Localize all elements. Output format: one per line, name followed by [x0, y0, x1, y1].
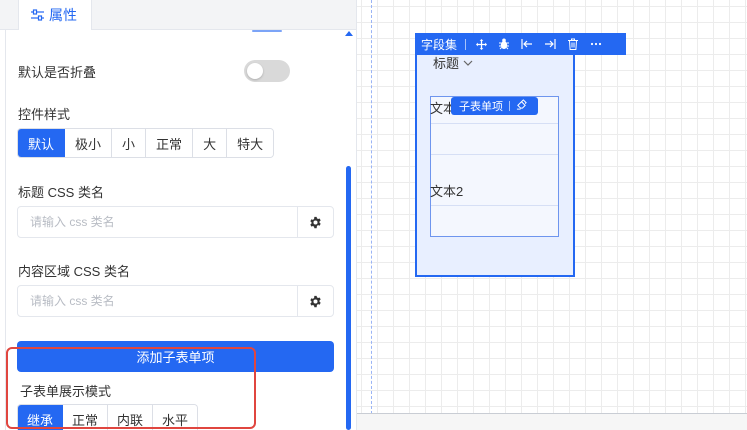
- title-css-input[interactable]: [18, 207, 297, 237]
- canvas-guide-line: [371, 0, 372, 414]
- tab-properties[interactable]: 属性: [18, 0, 92, 30]
- content-css-field: [17, 285, 334, 317]
- control-style-option-sm[interactable]: 小: [112, 129, 147, 157]
- toolbar-separator: [509, 101, 510, 111]
- title-css-gear-button[interactable]: [297, 207, 333, 237]
- arrow-left-bar-icon[interactable]: [520, 37, 534, 51]
- control-style-option-xs[interactable]: 极小: [65, 129, 113, 157]
- more-icon[interactable]: [589, 37, 603, 51]
- gear-icon: [310, 295, 321, 307]
- subform-toolbar: 子表单项: [451, 97, 538, 115]
- fieldset-toolbar: 字段集: [415, 33, 626, 55]
- content-css-label: 内容区域 CSS 类名: [18, 264, 130, 279]
- control-style-option-lg[interactable]: 大: [193, 129, 228, 157]
- move-icon[interactable]: [474, 37, 488, 51]
- subform-item-component[interactable]: [430, 96, 559, 237]
- sliders-icon: [31, 9, 44, 21]
- toolbar-separator: [465, 38, 467, 50]
- collapse-default-label: 默认是否折叠: [18, 65, 97, 80]
- switch-knob: [247, 63, 263, 79]
- content-css-input[interactable]: [18, 286, 297, 316]
- control-style-label: 控件样式: [18, 107, 71, 122]
- collapse-default-switch[interactable]: [244, 60, 290, 82]
- title-css-field: [17, 206, 334, 238]
- subform-mode-highlight: [6, 347, 256, 429]
- subform-row-divider: [431, 123, 558, 124]
- text-field-2[interactable]: 文本2: [430, 181, 463, 200]
- collapsed-input-edge: [252, 30, 282, 32]
- control-style-segmented: 默认 极小 小 正常 大 特大: [17, 128, 275, 158]
- paint-icon[interactable]: [516, 99, 527, 113]
- subform-row-divider: [431, 205, 558, 206]
- property-panel: 属性 默认是否折叠 控件样式 默认 极小 小 正常 大 特大 标题 CSS 类名: [0, 0, 357, 430]
- scroll-up-arrow-icon[interactable]: [345, 31, 353, 36]
- panel-scrollbar[interactable]: [346, 166, 351, 430]
- trash-icon[interactable]: [566, 37, 580, 51]
- control-style-option-xl[interactable]: 特大: [227, 129, 274, 157]
- subform-row-divider: [431, 154, 558, 155]
- content-css-gear-button[interactable]: [297, 286, 333, 316]
- fieldset-toolbar-label: 字段集: [421, 37, 458, 52]
- control-style-option-default[interactable]: 默认: [18, 129, 66, 157]
- title-css-label: 标题 CSS 类名: [18, 185, 104, 200]
- gear-icon: [310, 216, 321, 228]
- tab-properties-label: 属性: [49, 7, 77, 23]
- bug-icon[interactable]: [497, 37, 511, 51]
- panel-tabbar: 属性: [0, 0, 356, 30]
- canvas-horizontal-scrollbar[interactable]: [357, 414, 747, 430]
- fieldset-title-text: 标题: [433, 56, 460, 71]
- arrow-right-bar-icon[interactable]: [543, 37, 557, 51]
- subform-toolbar-label: 子表单项: [459, 101, 503, 113]
- fieldset-title[interactable]: 标题: [433, 53, 473, 72]
- chevron-down-icon: [463, 60, 473, 66]
- control-style-option-md[interactable]: 正常: [146, 129, 194, 157]
